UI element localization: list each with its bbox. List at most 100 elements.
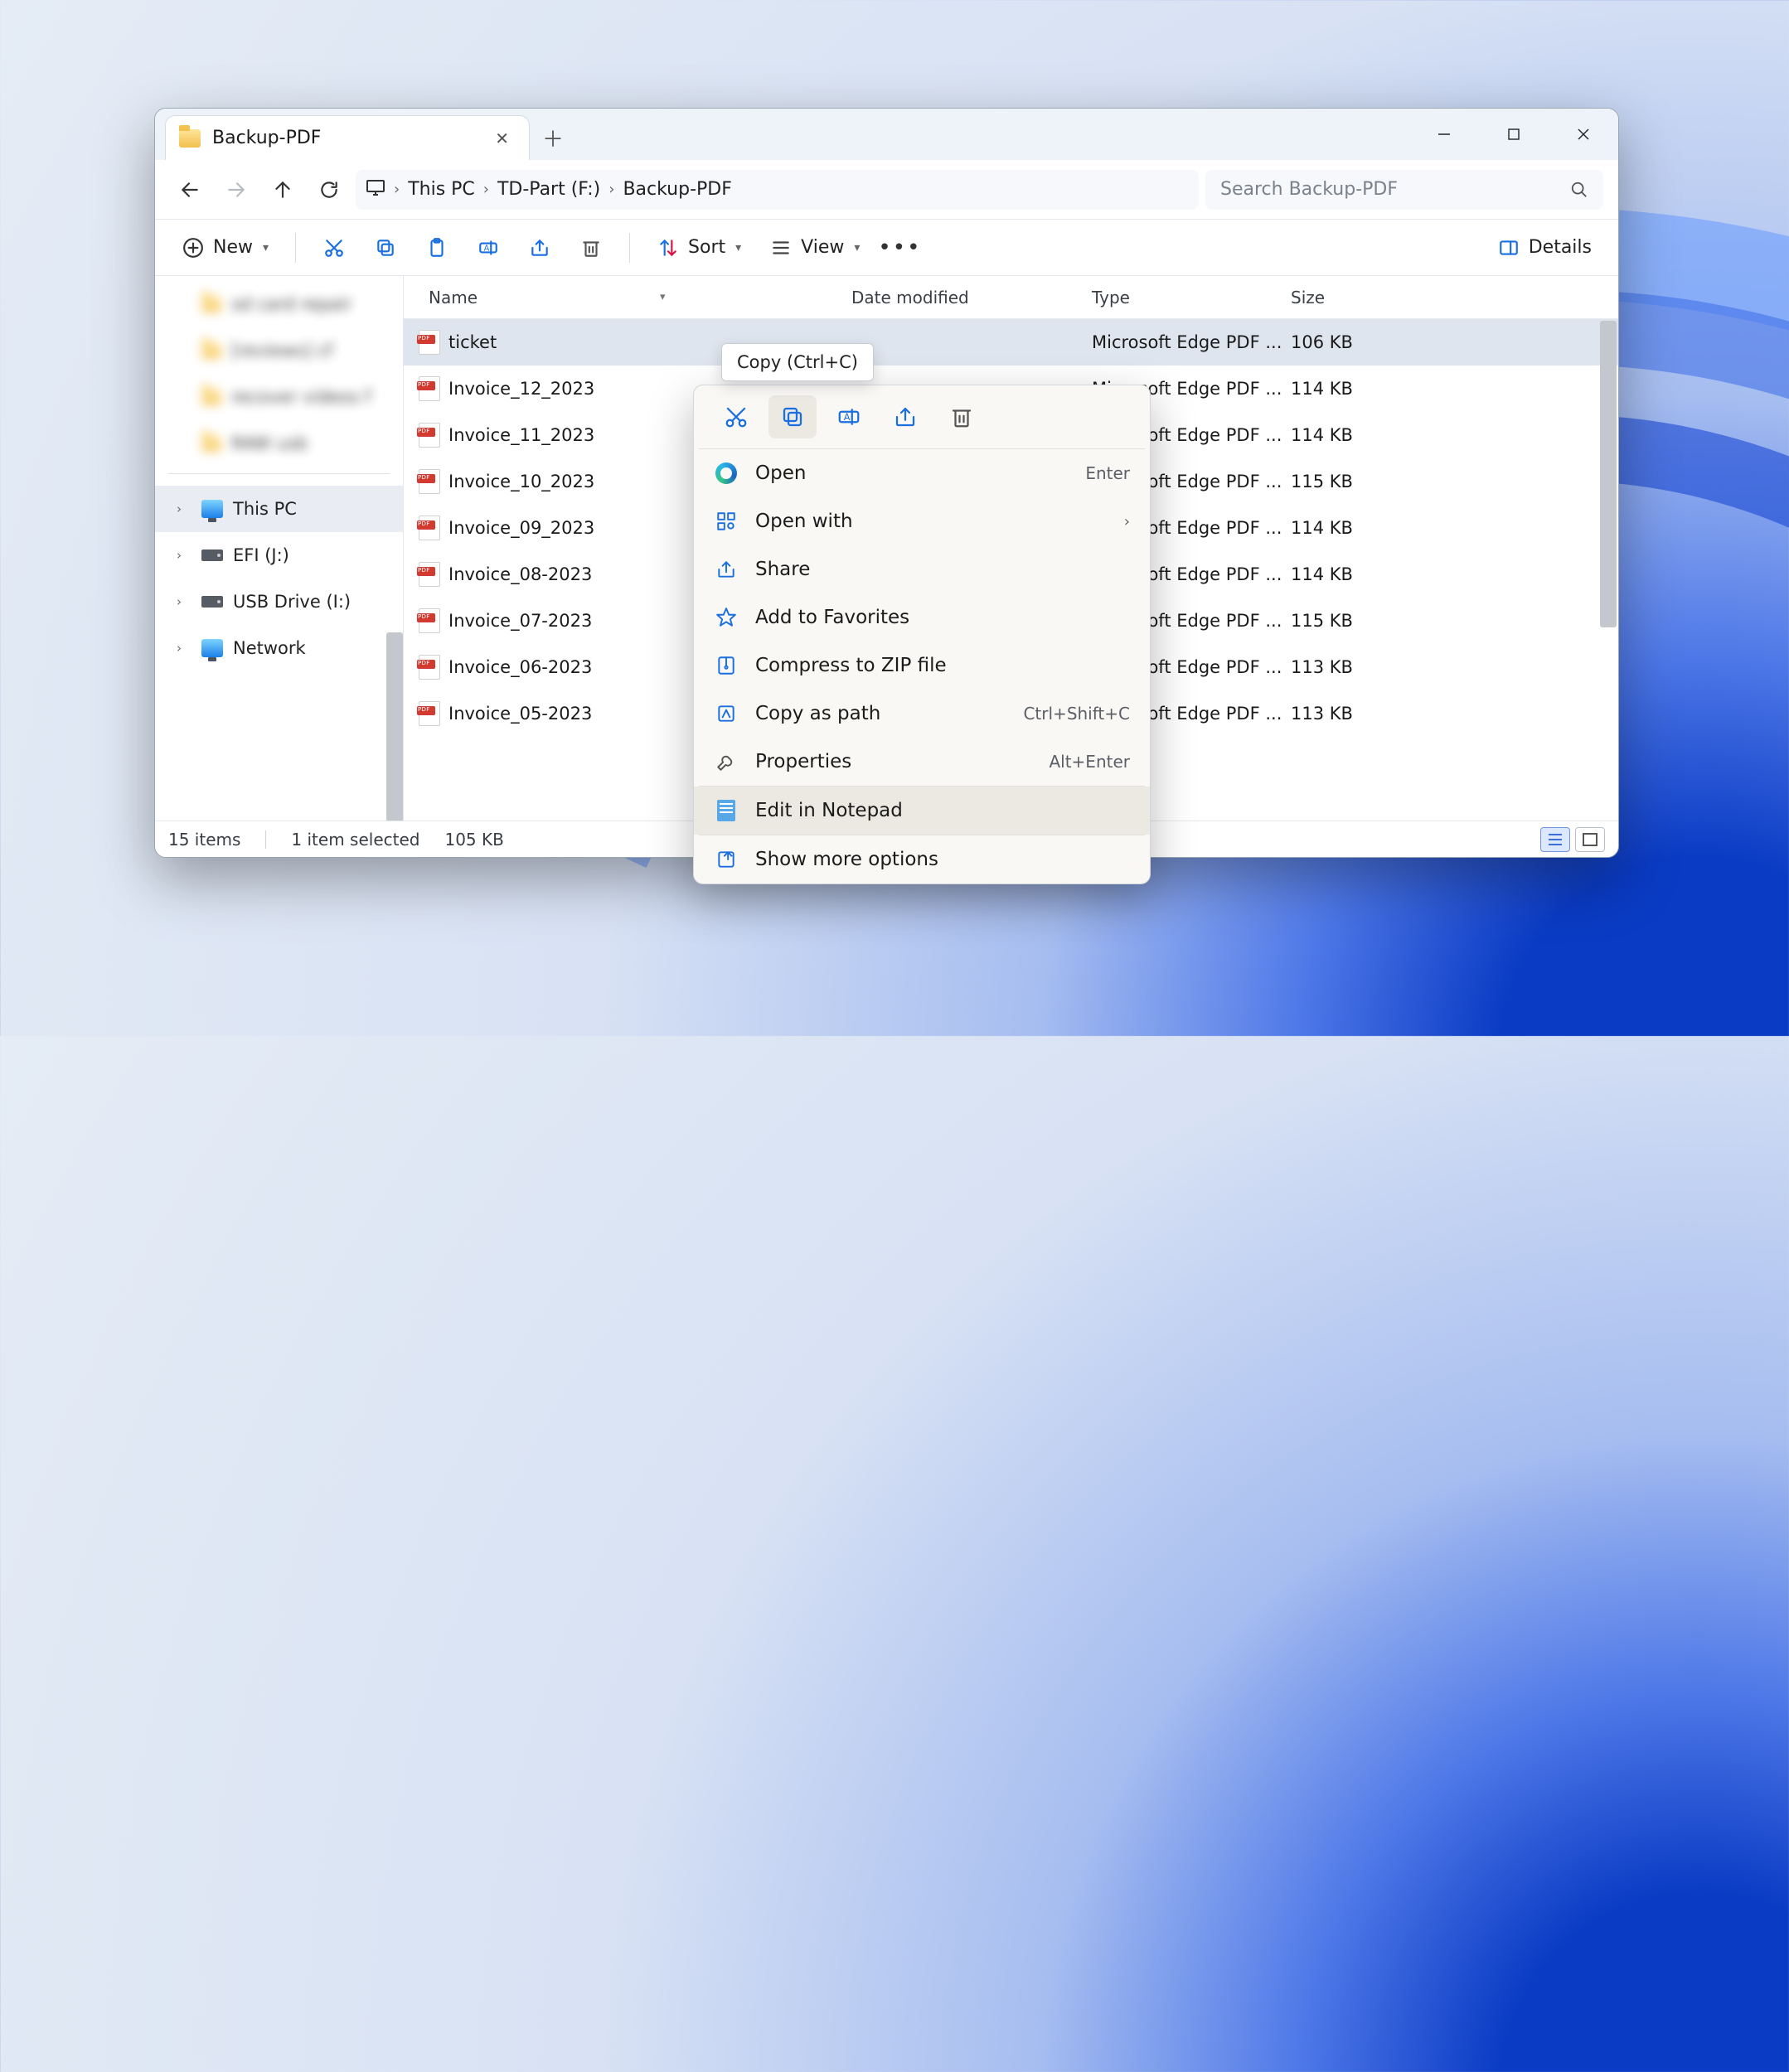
plus-circle-icon: [182, 236, 205, 259]
ctx-zip[interactable]: Compress to ZIP file: [694, 641, 1150, 690]
sort-button[interactable]: Sort ▾: [645, 230, 753, 266]
ctx-properties[interactable]: PropertiesAlt+Enter: [694, 738, 1150, 786]
copy-icon: [374, 236, 397, 259]
delete-button[interactable]: [568, 230, 614, 266]
sidebar-item-network[interactable]: ›Network: [155, 625, 403, 671]
search-input[interactable]: Search Backup-PDF: [1205, 170, 1603, 210]
chevron-down-icon: ▾: [263, 241, 269, 254]
trash-icon: [579, 236, 603, 259]
sidebar-scrollbar[interactable]: [386, 632, 403, 821]
folder-icon: [179, 129, 201, 148]
ctx-cut-button[interactable]: [712, 395, 760, 438]
titlebar: Backup-PDF ✕ ＋: [155, 109, 1618, 160]
chevron-right-icon: ›: [177, 548, 192, 563]
pdf-icon: [419, 608, 440, 633]
address-bar: › This PC › TD-Part (F:) › Backup-PDF Se…: [155, 160, 1618, 220]
sidebar-item-usb[interactable]: ›USB Drive (I:): [155, 579, 403, 625]
status-selection-size: 105 KB: [444, 830, 503, 850]
details-view-toggle[interactable]: [1540, 827, 1570, 852]
file-size: 106 KB: [1291, 332, 1390, 352]
copy-button[interactable]: [362, 230, 409, 266]
refresh-button[interactable]: [309, 170, 349, 210]
ellipsis-icon: •••: [888, 236, 911, 259]
rename-button[interactable]: A: [465, 230, 511, 266]
chevron-right-icon: ›: [177, 594, 192, 609]
ctx-delete-button[interactable]: [938, 395, 986, 438]
file-size: 114 KB: [1291, 564, 1390, 584]
details-pane-icon: [1497, 236, 1520, 259]
file-size: 115 KB: [1291, 611, 1390, 631]
svg-text:A: A: [484, 244, 490, 253]
share-icon: [714, 559, 739, 580]
file-size: 113 KB: [1291, 657, 1390, 677]
paste-button[interactable]: [414, 230, 460, 266]
chevron-right-icon: ›: [1124, 513, 1130, 530]
ctx-share[interactable]: Share: [694, 545, 1150, 593]
breadcrumb-segment[interactable]: Backup-PDF: [623, 179, 731, 200]
forward-button[interactable]: [216, 170, 256, 210]
ctx-copy-path[interactable]: Copy as pathCtrl+Shift+C: [694, 690, 1150, 738]
search-icon: [1570, 181, 1588, 199]
cut-button[interactable]: [311, 230, 357, 266]
share-icon: [528, 236, 551, 259]
column-type[interactable]: Type: [1092, 288, 1291, 307]
file-type: Microsoft Edge PDF ...: [1092, 332, 1291, 352]
ctx-rename-button[interactable]: A: [825, 395, 873, 438]
breadcrumb-segment[interactable]: This PC: [408, 179, 475, 200]
toolbar: New ▾ A Sort ▾ View ▾ ••• Details: [155, 220, 1618, 276]
sidebar-item-this-pc[interactable]: ›This PC: [155, 486, 403, 532]
new-tab-button[interactable]: ＋: [530, 115, 576, 160]
more-button[interactable]: •••: [876, 230, 923, 266]
pdf-icon: [419, 516, 440, 540]
pdf-icon: [419, 423, 440, 448]
file-row[interactable]: ticketMicrosoft Edge PDF ...106 KB: [404, 319, 1618, 366]
file-size: 114 KB: [1291, 379, 1390, 399]
sidebar-item-efi[interactable]: ›EFI (J:): [155, 532, 403, 579]
ctx-show-more[interactable]: Show more options: [694, 835, 1150, 884]
sidebar-item[interactable]: RAW usb: [155, 420, 403, 467]
file-size: 114 KB: [1291, 518, 1390, 538]
column-name[interactable]: Name: [429, 288, 478, 307]
rename-icon: A: [477, 236, 500, 259]
new-button[interactable]: New ▾: [170, 230, 280, 266]
sidebar-item[interactable]: [reviews] cf: [155, 327, 403, 374]
back-button[interactable]: [170, 170, 210, 210]
ctx-open[interactable]: OpenEnter: [694, 449, 1150, 497]
close-tab-button[interactable]: ✕: [488, 125, 516, 152]
network-icon: [201, 639, 223, 657]
ctx-copy-button[interactable]: [768, 395, 817, 438]
details-label: Details: [1529, 237, 1592, 258]
file-size: 114 KB: [1291, 425, 1390, 445]
ctx-edit-notepad[interactable]: Edit in Notepad: [694, 787, 1150, 835]
file-list-scrollbar[interactable]: [1600, 321, 1617, 627]
view-button[interactable]: View ▾: [758, 230, 871, 266]
tab-backup-pdf[interactable]: Backup-PDF ✕: [165, 115, 530, 160]
wrench-icon: [714, 751, 739, 772]
column-headers: Name▾ Date modified Type Size: [404, 276, 1618, 319]
up-button[interactable]: [263, 170, 303, 210]
breadcrumb-segment[interactable]: TD-Part (F:): [497, 179, 600, 200]
column-size[interactable]: Size: [1291, 288, 1618, 307]
pdf-icon: [419, 701, 440, 726]
monitor-icon: [201, 500, 223, 518]
column-date[interactable]: Date modified: [851, 288, 1092, 307]
minimize-button[interactable]: [1409, 109, 1479, 160]
details-pane-button[interactable]: Details: [1486, 230, 1603, 266]
ctx-open-with[interactable]: Open with›: [694, 497, 1150, 545]
sidebar-item[interactable]: sd card repair: [155, 281, 403, 327]
sidebar-item[interactable]: recover videos f: [155, 374, 403, 420]
folder-icon: [201, 389, 221, 405]
maximize-button[interactable]: [1479, 109, 1549, 160]
pdf-icon: [419, 562, 440, 587]
close-window-button[interactable]: [1549, 109, 1618, 160]
share-button[interactable]: [516, 230, 563, 266]
pdf-icon: [419, 655, 440, 680]
notepad-icon: [714, 800, 739, 821]
breadcrumb[interactable]: › This PC › TD-Part (F:) › Backup-PDF: [356, 170, 1199, 210]
navigation-pane: sd card repair [reviews] cf recover vide…: [155, 276, 404, 821]
ctx-share-button[interactable]: [881, 395, 929, 438]
edge-icon: [714, 462, 739, 484]
ctx-favorites[interactable]: Add to Favorites: [694, 593, 1150, 641]
zip-icon: [714, 655, 739, 676]
thumbnails-view-toggle[interactable]: [1575, 827, 1605, 852]
